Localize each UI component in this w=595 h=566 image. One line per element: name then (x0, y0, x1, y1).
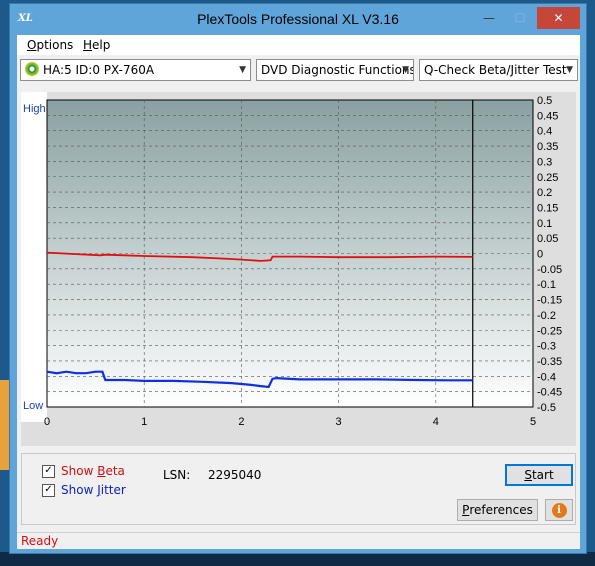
test-select[interactable]: Q-Check Beta/Jitter Test ▼ (419, 59, 578, 81)
chevron-down-icon: ▼ (566, 65, 573, 75)
y-tick-label: -0.35 (537, 356, 562, 368)
x-tick-label: 1 (141, 416, 147, 428)
y-tick-label: -0.45 (537, 387, 562, 399)
client-area: Options Help HA:5 ID:0 PX-760A ▼ DVD Dia… (17, 35, 580, 549)
menu-help-accelerator: H (83, 38, 93, 52)
disc-drive-icon (25, 62, 39, 76)
y-axis-high-label: High (23, 103, 46, 115)
preferences-button[interactable]: Preferences (457, 499, 538, 521)
drive-select-value: HA:5 ID:0 PX-760A (43, 63, 155, 77)
function-select[interactable]: DVD Diagnostic Functions ▼ (256, 59, 414, 81)
y-tick-label: 0.2 (537, 187, 552, 199)
menu-help[interactable]: Help (83, 38, 110, 52)
y-tick-label: 0.45 (537, 110, 558, 122)
maximize-button[interactable]: ☐ (506, 7, 534, 29)
close-button[interactable]: ✕ (537, 7, 580, 29)
lsn-value: 2295040 (208, 468, 262, 482)
x-tick-label: 4 (433, 416, 439, 428)
beta-jitter-chart: 0.5 0.45 0.4 0.35 0.3 0.25 0.2 0.15 0.1 0.05 0 -0.0… (21, 92, 576, 446)
start-button[interactable]: Start (505, 464, 573, 486)
y-side-label-area (21, 92, 47, 422)
y-tick-label: 0.3 (537, 156, 552, 168)
info-icon: i (551, 502, 567, 518)
x-tick-label: 5 (530, 416, 536, 428)
preferences-button-accelerator: P (462, 503, 470, 517)
y-tick-label: 0.4 (537, 126, 552, 138)
lsn-label: LSN: (163, 468, 191, 482)
function-select-value: DVD Diagnostic Functions (261, 63, 414, 77)
minimize-button[interactable]: — (475, 7, 503, 29)
x-tick-label: 0 (44, 416, 50, 428)
app-window: XL PlexTools Professional XL V3.16 — ☐ ✕… (9, 3, 587, 554)
chevron-down-icon: ▼ (402, 65, 409, 75)
desktop-background-bottom (0, 552, 595, 566)
status-text: Ready (21, 534, 59, 548)
y-axis-low-label: Low (23, 400, 43, 412)
test-select-value: Q-Check Beta/Jitter Test (424, 63, 567, 77)
start-button-label: tart (531, 468, 554, 482)
y-tick-label: 0.35 (537, 141, 558, 153)
show-jitter-label-suffix: itter (100, 483, 126, 497)
menu-options[interactable]: Options (27, 38, 73, 52)
show-beta-label-prefix: Show (61, 464, 98, 478)
menu-bar: Options Help (17, 35, 580, 55)
show-jitter-label: Show Jitter (61, 483, 126, 497)
status-bar: Ready (17, 532, 580, 549)
y-tick-label: -0.05 (537, 264, 562, 276)
y-tick-label: -0.5 (537, 402, 556, 414)
show-beta-label: Show Beta (61, 464, 125, 478)
y-tick-label: 0.1 (537, 218, 552, 230)
y-tick-label: 0.15 (537, 202, 558, 214)
y-tick-label: 0.05 (537, 233, 558, 245)
info-button[interactable]: i (545, 499, 573, 521)
y-tick-label: 0.25 (537, 172, 558, 184)
x-tick-label: 2 (238, 416, 244, 428)
show-jitter-option[interactable]: ✓ Show Jitter (42, 483, 126, 497)
toolbar: HA:5 ID:0 PX-760A ▼ DVD Diagnostic Funct… (17, 56, 580, 84)
show-beta-option[interactable]: ✓ Show Beta (42, 464, 125, 478)
controls-panel: ✓ Show Beta ✓ Show Jitter LSN: 2295040 S… (21, 453, 576, 525)
show-jitter-label-prefix: Show (61, 483, 98, 497)
show-beta-checkbox[interactable]: ✓ (42, 464, 55, 478)
y-tick-label: -0.3 (537, 341, 556, 353)
drive-select[interactable]: HA:5 ID:0 PX-760A ▼ (20, 59, 251, 81)
y-tick-label: 0.5 (537, 95, 552, 107)
title-bar[interactable]: XL PlexTools Professional XL V3.16 — ☐ ✕ (10, 4, 586, 36)
y-tick-label: -0.25 (537, 325, 562, 337)
y-tick-label: -0.1 (537, 279, 556, 291)
y-tick-label: -0.2 (537, 310, 556, 322)
y-tick-label: -0.15 (537, 295, 562, 307)
show-beta-label-suffix: eta (105, 464, 125, 478)
menu-options-label: ptions (36, 38, 74, 52)
menu-help-label: elp (92, 38, 111, 52)
chevron-down-icon: ▼ (239, 65, 246, 75)
start-button-accelerator: S (524, 468, 532, 482)
x-tick-label: 3 (336, 416, 342, 428)
y-tick-label: -0.4 (537, 371, 556, 383)
show-jitter-checkbox[interactable]: ✓ (42, 483, 55, 497)
y-tick-label: 0 (537, 249, 543, 261)
preferences-button-label: references (469, 503, 533, 517)
chart-panel: 0.5 0.45 0.4 0.35 0.3 0.25 0.2 0.15 0.1 0.05 0 -0.0… (21, 92, 576, 446)
